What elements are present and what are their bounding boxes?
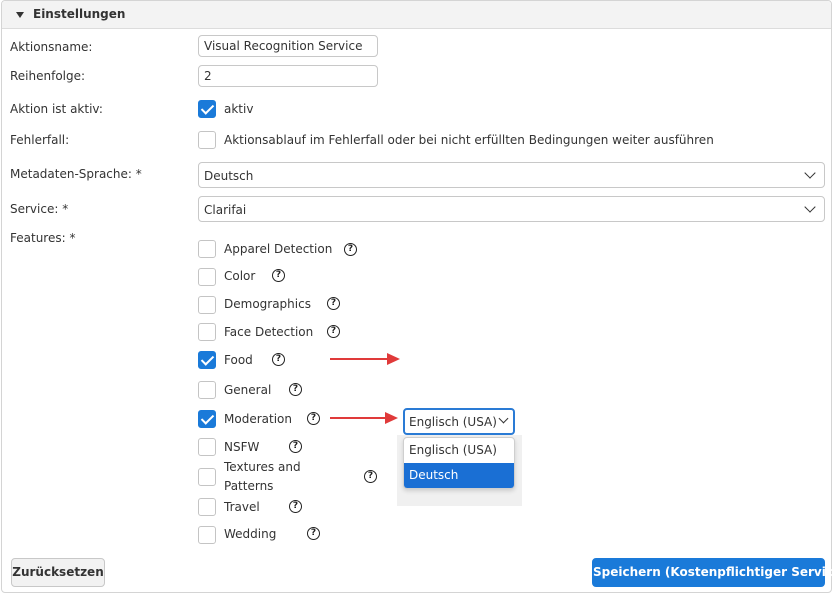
feature-checkbox-wedding[interactable] bbox=[198, 526, 216, 544]
features-label: Features: * bbox=[10, 231, 76, 245]
feature-checkbox-demographics[interactable] bbox=[198, 296, 216, 314]
panel-title: Einstellungen bbox=[33, 7, 126, 21]
caret-down-icon[interactable] bbox=[16, 12, 24, 18]
feature-label-general: General bbox=[224, 383, 272, 397]
chevron-down-icon bbox=[804, 201, 816, 213]
feature-label-apparel-detection: Apparel Detection bbox=[224, 242, 333, 256]
question-circle-icon[interactable]: ? bbox=[344, 243, 357, 256]
order-input[interactable]: 2 bbox=[198, 65, 378, 87]
active-checkbox-label: aktiv bbox=[224, 102, 254, 116]
service-select[interactable]: Clarifai bbox=[198, 196, 825, 222]
panel-header[interactable]: Einstellungen bbox=[2, 1, 831, 29]
feature-label-color: Color bbox=[224, 269, 256, 283]
metadata-language-select[interactable]: Deutsch bbox=[198, 162, 825, 188]
feature-checkbox-textures-and-patterns[interactable] bbox=[198, 468, 216, 486]
feature-checkbox-color[interactable] bbox=[198, 268, 216, 286]
service-label: Service: * bbox=[10, 202, 69, 216]
action-name-label: Aktionsname: bbox=[10, 40, 93, 54]
feature-label-textures-line1: Textures and bbox=[224, 460, 301, 474]
question-circle-icon[interactable]: ? bbox=[327, 325, 340, 338]
question-circle-icon[interactable]: ? bbox=[289, 383, 302, 396]
question-circle-icon[interactable]: ? bbox=[307, 527, 320, 540]
feature-checkbox-food[interactable] bbox=[198, 351, 216, 369]
question-circle-icon[interactable]: ? bbox=[272, 269, 285, 282]
metadata-language-value: Deutsch bbox=[204, 169, 254, 183]
annotation-arrow-icon bbox=[330, 411, 398, 425]
feature-label-face-detection: Face Detection bbox=[224, 325, 314, 339]
question-circle-icon[interactable]: ? bbox=[364, 470, 377, 483]
error-case-checkbox[interactable] bbox=[198, 131, 216, 149]
feature-checkbox-moderation[interactable] bbox=[198, 410, 216, 428]
moderation-language-select[interactable]: Englisch (USA) bbox=[403, 408, 515, 435]
order-label: Reihenfolge: bbox=[10, 69, 86, 83]
feature-label-wedding: Wedding bbox=[224, 527, 277, 541]
feature-checkbox-apparel-detection[interactable] bbox=[198, 240, 216, 258]
feature-checkbox-nsfw[interactable] bbox=[198, 438, 216, 456]
question-circle-icon[interactable]: ? bbox=[327, 297, 340, 310]
metadata-language-label: Metadaten-Sprache: * bbox=[10, 167, 142, 181]
reset-button[interactable]: Zurücksetzen bbox=[11, 558, 105, 587]
active-checkbox[interactable] bbox=[198, 100, 216, 118]
moderation-language-value: Englisch (USA) bbox=[409, 415, 497, 429]
annotation-arrow-icon bbox=[330, 352, 400, 366]
feature-label-nsfw: NSFW bbox=[224, 440, 260, 454]
question-circle-icon[interactable]: ? bbox=[289, 440, 302, 453]
feature-label-textures-line2: Patterns bbox=[224, 479, 274, 493]
question-circle-icon[interactable]: ? bbox=[272, 353, 285, 366]
language-option-englisch-usa[interactable]: Englisch (USA) bbox=[404, 438, 514, 463]
service-value: Clarifai bbox=[204, 203, 247, 217]
chevron-down-icon bbox=[498, 413, 509, 424]
error-case-label: Fehlerfall: bbox=[10, 133, 70, 147]
chevron-down-icon bbox=[804, 167, 816, 179]
feature-checkbox-face-detection[interactable] bbox=[198, 323, 216, 341]
active-label: Aktion ist aktiv: bbox=[10, 102, 103, 116]
feature-checkbox-travel[interactable] bbox=[198, 498, 216, 516]
feature-label-travel: Travel bbox=[224, 500, 260, 514]
save-button[interactable]: Speichern (Kostenpflichtiger Service) bbox=[592, 558, 834, 587]
moderation-language-dropdown: Englisch (USA) Deutsch bbox=[403, 437, 515, 489]
error-case-checkbox-label: Aktionsablauf im Fehlerfall oder bei nic… bbox=[224, 133, 714, 147]
action-name-input[interactable]: Visual Recognition Service bbox=[198, 35, 378, 57]
language-option-deutsch[interactable]: Deutsch bbox=[404, 463, 514, 488]
feature-checkbox-general[interactable] bbox=[198, 381, 216, 399]
feature-label-demographics: Demographics bbox=[224, 297, 311, 311]
question-circle-icon[interactable]: ? bbox=[289, 500, 302, 513]
feature-label-food: Food bbox=[224, 353, 253, 367]
question-circle-icon[interactable]: ? bbox=[307, 412, 320, 425]
feature-label-moderation: Moderation bbox=[224, 412, 292, 426]
